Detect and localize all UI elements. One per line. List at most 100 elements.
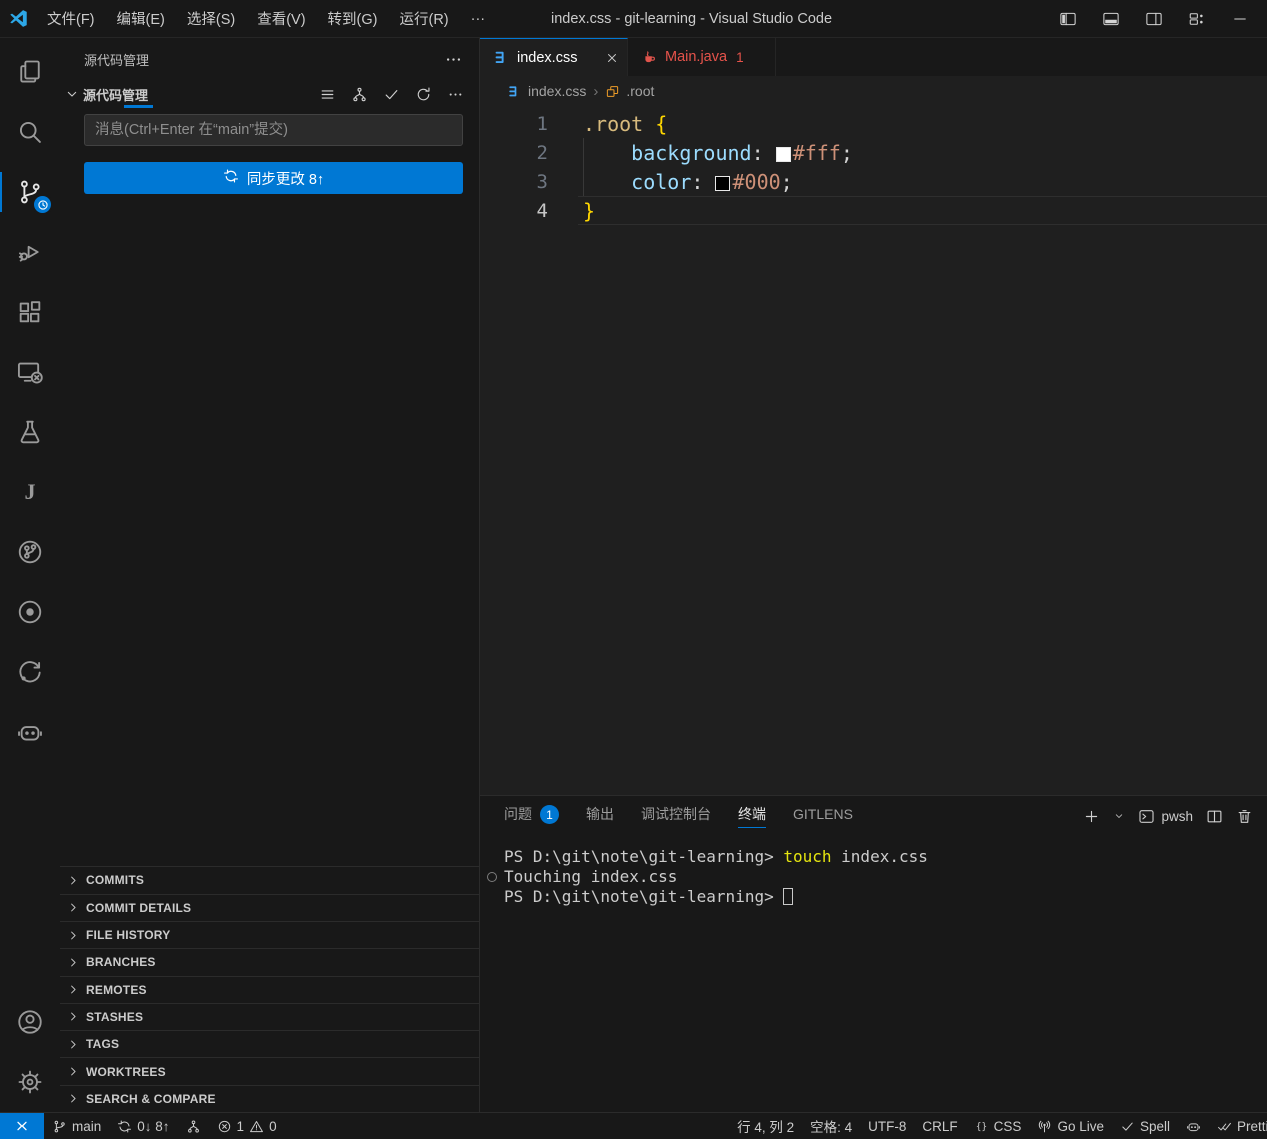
- menu-view[interactable]: 查看(V): [246, 8, 316, 29]
- breadcrumb-item-index.css[interactable]: index.css: [507, 83, 586, 99]
- section-file-history[interactable]: FILE HISTORY: [60, 921, 479, 948]
- command-decoration-icon[interactable]: [487, 872, 497, 882]
- editor-tab-bar: index.cssMain.java1: [480, 38, 1267, 76]
- sync-changes-button[interactable]: 同步更改 8↑: [84, 162, 463, 194]
- panel-tab-终端[interactable]: 终端: [738, 804, 766, 828]
- activity-item-run-and-debug[interactable]: [0, 222, 60, 282]
- activity-item-settings[interactable]: [0, 1052, 60, 1112]
- status-go-live[interactable]: Go Live: [1029, 1113, 1112, 1139]
- scm-section-header[interactable]: 源代码管理: [60, 80, 479, 108]
- split-terminal-button[interactable]: [1206, 808, 1223, 825]
- status-sync-status[interactable]: 0↓ 8↑: [109, 1113, 177, 1139]
- line-content: .root {: [583, 112, 667, 136]
- close-tab-button[interactable]: [605, 51, 619, 65]
- code-line-4: 4}: [480, 196, 1267, 225]
- activity-item-remote-explorer[interactable]: [0, 342, 60, 402]
- section-stashes[interactable]: STASHES: [60, 1003, 479, 1030]
- section-branches[interactable]: BRANCHES: [60, 948, 479, 975]
- status-bar: main 0↓ 8↑ 10 行 4, 列 2空格: 4UTF-8CRLF{}CSSG…: [0, 1112, 1267, 1139]
- chevron-right-icon: [66, 1064, 81, 1079]
- activity-item-java[interactable]: J: [0, 462, 60, 522]
- activity-item-source-control[interactable]: [0, 162, 60, 222]
- java-file-icon: [641, 49, 658, 66]
- commit-message-input[interactable]: [84, 114, 463, 146]
- chevron-right-icon: [66, 955, 81, 970]
- status-commit-graph[interactable]: [178, 1113, 209, 1139]
- panel-tab-问题[interactable]: 问题1: [504, 804, 559, 828]
- tab-Main.java[interactable]: Main.java1: [628, 38, 776, 76]
- toggle-panel-button[interactable]: [1102, 10, 1120, 28]
- activity-item-search[interactable]: [0, 102, 60, 162]
- activity-item-gitlens-inspect[interactable]: [0, 582, 60, 642]
- toggle-primary-sidebar-button[interactable]: [1059, 10, 1077, 28]
- scm-action-more-button[interactable]: [444, 83, 467, 106]
- status-remote-indicator[interactable]: [0, 1113, 44, 1139]
- status-cursor-position[interactable]: 行 4, 列 2: [729, 1113, 802, 1139]
- token-val: #fff: [793, 141, 841, 165]
- panel-tab-调试控制台[interactable]: 调试控制台: [641, 804, 711, 828]
- status-copilot[interactable]: [1178, 1113, 1209, 1139]
- panel-tab-GITLENS[interactable]: GITLENS: [793, 806, 853, 826]
- activity-item-extensions[interactable]: [0, 282, 60, 342]
- menu-selection[interactable]: 选择(S): [176, 8, 246, 29]
- token-punc: ;: [781, 170, 793, 194]
- scm-actions: [316, 83, 467, 106]
- scm-action-view-as-list-button[interactable]: [316, 83, 339, 106]
- section-worktrees[interactable]: WORKTREES: [60, 1057, 479, 1084]
- menu-file[interactable]: 文件(F): [36, 8, 106, 29]
- activity-item-ai-assistant[interactable]: [0, 702, 60, 762]
- status-encoding[interactable]: UTF-8: [860, 1113, 914, 1139]
- status-eol[interactable]: CRLF: [914, 1113, 965, 1139]
- code-editor[interactable]: 1.root {2 background: #fff;3 color: #000…: [480, 106, 1267, 795]
- sync-pending-clock-badge: [34, 196, 51, 213]
- panel-tab-输出[interactable]: 输出: [586, 804, 614, 828]
- section-search-compare[interactable]: SEARCH & COMPARE: [60, 1085, 479, 1112]
- scm-action-commit-graph-button[interactable]: [348, 83, 371, 106]
- chevron-right-icon: [66, 1091, 81, 1106]
- menu-edit[interactable]: 编辑(E): [106, 8, 176, 29]
- toggle-primary-sidebar-icon: [1059, 10, 1077, 28]
- section-tags[interactable]: TAGS: [60, 1030, 479, 1057]
- menubar: 文件(F)编辑(E)选择(S)查看(V)转到(G)运行(R)···: [36, 0, 496, 37]
- sidebar-more-actions-button[interactable]: [444, 50, 463, 69]
- status-language-mode[interactable]: {}CSS: [966, 1113, 1030, 1139]
- scm-action-refresh-button[interactable]: [412, 83, 435, 106]
- section-remotes[interactable]: REMOTES: [60, 976, 479, 1003]
- status-label: 0↓ 8↑: [137, 1119, 169, 1134]
- color-swatch[interactable]: [776, 147, 791, 162]
- new-terminal-button[interactable]: [1083, 808, 1100, 825]
- breadcrumb-item-.root[interactable]: .root: [605, 83, 654, 99]
- toggle-secondary-sidebar-button[interactable]: [1145, 10, 1163, 28]
- minimize-button[interactable]: [1231, 10, 1249, 28]
- activity-item-gitlens[interactable]: [0, 522, 60, 582]
- menu-go[interactable]: 转到(G): [317, 8, 389, 29]
- section-label: STASHES: [86, 1010, 143, 1024]
- activity-item-testing[interactable]: [0, 402, 60, 462]
- status-label: CSS: [994, 1119, 1022, 1134]
- color-swatch[interactable]: [715, 176, 730, 191]
- customize-layout-button[interactable]: [1188, 10, 1206, 28]
- kill-terminal-button[interactable]: [1236, 808, 1253, 825]
- status-problems[interactable]: 10: [209, 1113, 285, 1139]
- activity-item-accounts[interactable]: [0, 992, 60, 1052]
- activity-item-git-graph[interactable]: [0, 642, 60, 702]
- new-terminal-icon: [1083, 808, 1100, 825]
- activity-item-explorer[interactable]: [0, 42, 60, 102]
- tab-index.css[interactable]: index.css: [480, 38, 628, 76]
- terminal-instance-pwsh[interactable]: pwsh: [1138, 808, 1193, 825]
- menu-run[interactable]: 运行(R): [388, 8, 459, 29]
- chevron-right-icon: [66, 982, 81, 997]
- status-indentation[interactable]: 空格: 4: [802, 1113, 860, 1139]
- menu-more[interactable]: ···: [460, 11, 497, 27]
- section-commits[interactable]: COMMITS: [60, 866, 479, 893]
- line-number: 2: [480, 142, 548, 164]
- view-as-list-icon: [319, 86, 336, 103]
- status-branch[interactable]: main: [44, 1113, 109, 1139]
- terminal[interactable]: PS D:\git\note\git-learning> touch index…: [480, 836, 1267, 1112]
- launch-profile-dropdown[interactable]: [1113, 810, 1125, 822]
- more-icon: [447, 86, 464, 103]
- section-commit-details[interactable]: COMMIT DETAILS: [60, 894, 479, 921]
- scm-action-commit-button[interactable]: [380, 83, 403, 106]
- status-spell-checker[interactable]: Spell: [1112, 1113, 1178, 1139]
- status-prettier[interactable]: Prettier: [1209, 1113, 1267, 1139]
